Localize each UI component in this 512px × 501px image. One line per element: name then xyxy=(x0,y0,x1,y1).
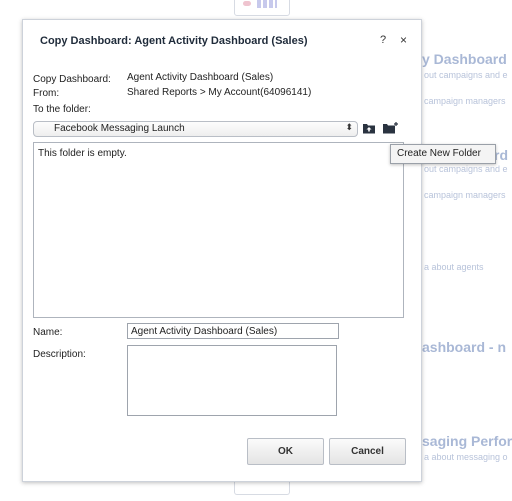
description-textarea[interactable] xyxy=(127,345,337,416)
dialog-title: Copy Dashboard: Agent Activity Dashboard… xyxy=(40,35,308,47)
background-dashboard-title: y Dashboard xyxy=(422,51,507,67)
name-input[interactable] xyxy=(127,323,339,339)
folder-select-value: Facebook Messaging Launch xyxy=(54,123,185,134)
copy-dashboard-dialog: Copy Dashboard: Agent Activity Dashboard… xyxy=(22,19,422,482)
folder-up-icon[interactable] xyxy=(362,121,376,135)
background-dashboard-title: ashboard - n xyxy=(422,339,507,355)
help-button[interactable]: ? xyxy=(380,34,386,46)
select-arrows-icon: ⬍ xyxy=(345,122,353,132)
folder-browser[interactable]: This folder is empty. xyxy=(33,142,404,318)
new-folder-icon[interactable] xyxy=(382,121,399,135)
description-label: Description: xyxy=(33,349,86,360)
from-label: From: xyxy=(33,88,60,99)
to-folder-label: To the folder: xyxy=(33,104,91,115)
folder-select[interactable]: Facebook Messaging Launch ⬍ xyxy=(33,121,358,137)
background-dashboard-desc: campaign managers xyxy=(424,96,506,106)
empty-folder-message: This folder is empty. xyxy=(38,148,127,159)
background-dashboard-title: rd xyxy=(494,147,508,163)
background-dashboard-desc: campaign managers xyxy=(424,190,506,200)
background-dashboard-desc: out campaigns and e xyxy=(424,164,508,174)
background-widget-top xyxy=(234,0,290,16)
background-dashboard-title: saging Perfor xyxy=(422,433,512,449)
name-label: Name: xyxy=(33,327,63,338)
close-button[interactable]: × xyxy=(400,33,407,47)
copy-dashboard-label: Copy Dashboard: xyxy=(33,74,111,85)
cancel-button[interactable]: Cancel xyxy=(329,438,406,465)
from-value: Shared Reports > My Account(64096141) xyxy=(127,87,312,98)
copy-dashboard-value: Agent Activity Dashboard (Sales) xyxy=(127,72,274,83)
background-dashboard-desc: out campaigns and e xyxy=(424,70,508,80)
background-dashboard-desc: a about messaging o xyxy=(424,452,508,462)
background-bars-icon xyxy=(257,0,277,8)
background-chart-icon xyxy=(243,1,251,6)
background-dashboard-desc: a about agents xyxy=(424,262,484,272)
tooltip-text: Create New Folder xyxy=(397,148,481,159)
create-folder-tooltip: Create New Folder xyxy=(390,144,496,164)
ok-button[interactable]: OK xyxy=(247,438,324,465)
